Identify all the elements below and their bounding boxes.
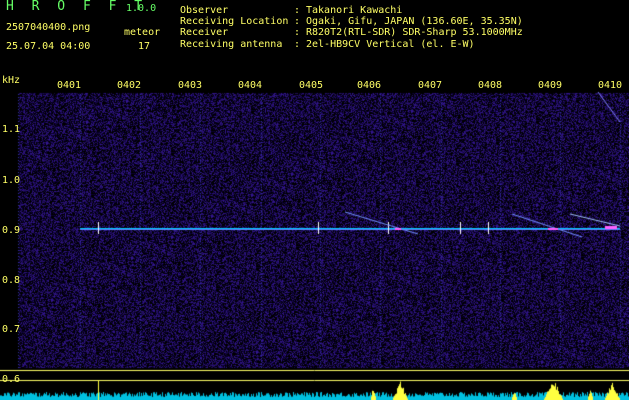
time-label: 0407 <box>418 80 443 91</box>
observation-datetime: 25.07.04 04:00 <box>6 41 91 52</box>
antenna-value: 2el-HB9CV Vertical (el. E-W) <box>306 39 475 50</box>
time-label: 0408 <box>478 80 503 91</box>
observer-value: Takanori Kawachi <box>306 5 403 16</box>
freq-label: 1.1 <box>2 124 21 135</box>
meteor-label: meteor <box>124 27 161 38</box>
time-label: 0405 <box>299 80 324 91</box>
separator-colon: : <box>294 5 301 16</box>
time-label: 0409 <box>538 80 563 91</box>
location-label: Receiving Location <box>180 16 289 27</box>
time-label: 0404 <box>238 80 263 91</box>
time-label: 0403 <box>178 80 203 91</box>
meteor-count: 17 <box>138 41 151 52</box>
separator-colon: : <box>294 27 301 38</box>
time-label: 0401 <box>57 80 82 91</box>
separator-colon: : <box>294 16 301 27</box>
separator-colon: : <box>294 39 301 50</box>
freq-label: 0.7 <box>2 324 21 335</box>
freq-unit-label: kHz <box>2 75 21 86</box>
antenna-label: Receiving antenna <box>180 39 283 50</box>
receiver-value: R820T2(RTL-SDR) SDR-Sharp 53.1000MHz <box>306 27 523 38</box>
file-name: 2507040400.png <box>6 22 91 33</box>
header-panel: H R O F F T 1.0.0 2507040400.png meteor … <box>0 0 629 74</box>
time-label: 0410 <box>598 80 623 91</box>
freq-label: 0.6 <box>2 374 21 385</box>
freq-label: 0.9 <box>2 225 21 236</box>
freq-label: 1.0 <box>2 175 21 186</box>
receiver-label: Receiver <box>180 27 229 38</box>
app-version: 1.0.0 <box>126 3 157 14</box>
freq-label: 0.8 <box>2 275 21 286</box>
time-label: 0402 <box>117 80 142 91</box>
location-value: Ogaki, Gifu, JAPAN (136.60E, 35.35N) <box>306 16 523 27</box>
spectrogram-canvas <box>0 74 629 400</box>
time-label: 0406 <box>357 80 382 91</box>
observer-label: Observer <box>180 5 229 16</box>
